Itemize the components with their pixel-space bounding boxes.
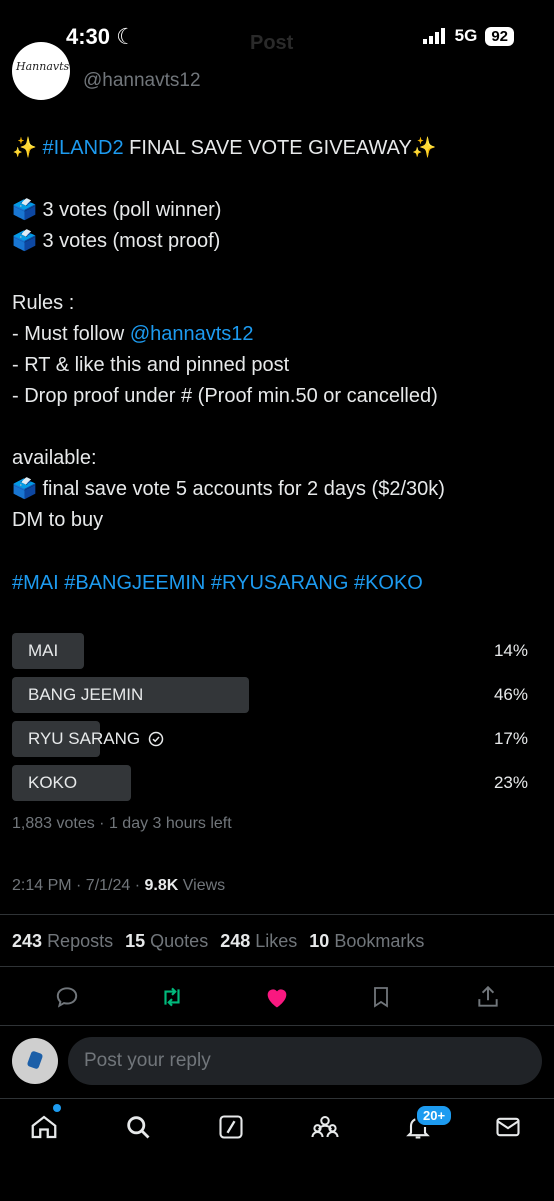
- vote-line-1: 🗳️ 3 votes (poll winner): [12, 199, 222, 221]
- views-count: 9.8K: [144, 877, 179, 894]
- quotes-stat[interactable]: 15 Quotes: [125, 931, 208, 952]
- dm-text: DM to buy: [12, 509, 104, 531]
- nav-communities[interactable]: [309, 1111, 341, 1143]
- repost-icon: [164, 987, 180, 1007]
- hashtag-link-iland2[interactable]: #ILAND2: [42, 137, 123, 159]
- tweet-line1: FINAL SAVE VOTE GIVEAWAY✨: [123, 137, 437, 159]
- tweet-text: ✨ #ILAND2 FINAL SAVE VOTE GIVEAWAY✨ 🗳️ 3…: [12, 133, 542, 536]
- rule-1-prefix: - Must follow: [12, 323, 130, 345]
- bottom-nav: [0, 1098, 554, 1201]
- poll-option-koko: KOKO 23%: [12, 765, 528, 801]
- home-unread-dot: [53, 1104, 61, 1112]
- available-item: 🗳️ final save vote 5 accounts for 2 days…: [12, 478, 445, 500]
- mention-link[interactable]: @hannavts12: [130, 323, 254, 345]
- share-button[interactable]: [473, 982, 503, 1012]
- status-time: 4:30 ☾: [66, 24, 136, 50]
- communities-icon: [311, 1116, 339, 1138]
- header-title: Post: [250, 32, 294, 54]
- mail-icon: [496, 1117, 520, 1137]
- nav-messages[interactable]: [492, 1111, 524, 1143]
- reposts-stat[interactable]: 243 Reposts: [12, 931, 113, 952]
- rule-2: - RT & like this and pinned post: [12, 354, 290, 376]
- like-button[interactable]: [262, 982, 292, 1012]
- poll-option-ryu-sarang: RYU SARANG 17%: [12, 721, 528, 757]
- author-handle[interactable]: @hannavts12: [83, 70, 201, 92]
- reply-icon: [56, 987, 78, 1008]
- poll-option-label: RYU SARANG: [28, 729, 164, 749]
- moon-icon: ☾: [116, 24, 136, 49]
- poll-option-percent: 23%: [493, 773, 528, 792]
- engagement-stats: 243 Reposts 15 Quotes 248 Likes 10 Bookm…: [12, 931, 424, 952]
- divider: [0, 966, 554, 967]
- reply-input[interactable]: [68, 1037, 542, 1085]
- nav-grok[interactable]: [215, 1111, 247, 1143]
- available-title: available:: [12, 447, 97, 469]
- hashtag-links[interactable]: #MAI #BANGJEEMIN #RYUSARANG #KOKO: [12, 572, 423, 595]
- author-avatar[interactable]: Hannavts: [12, 42, 70, 100]
- post-timestamp: 2:14 PM · 7/1/24 · 9.8K Views: [12, 877, 225, 895]
- bookmark-icon: [374, 987, 388, 1008]
- avatar-image: [26, 1050, 44, 1070]
- share-icon: [478, 985, 498, 1007]
- poll-option-percent: 14%: [493, 641, 528, 660]
- signal-icon: [422, 28, 445, 44]
- poll-option-percent: 46%: [493, 685, 528, 704]
- reply-button[interactable]: [52, 982, 82, 1012]
- battery-icon: 92: [485, 26, 514, 46]
- heart-icon: [267, 989, 287, 1008]
- home-icon: [31, 1115, 57, 1139]
- status-time-text: 4:30: [66, 24, 111, 49]
- sparkle-emoji: ✨: [12, 137, 43, 159]
- likes-stat[interactable]: 248 Likes: [220, 931, 297, 952]
- bookmarks-stat[interactable]: 10 Bookmarks: [309, 931, 424, 952]
- nav-search[interactable]: [122, 1111, 154, 1143]
- network-type: 5G: [454, 26, 478, 45]
- notifications-badge: 20+: [415, 1104, 454, 1127]
- rules-title: Rules :: [12, 292, 75, 314]
- search-icon: [127, 1116, 150, 1139]
- divider: [0, 914, 554, 915]
- bookmark-button[interactable]: [366, 982, 396, 1012]
- status-indicators: 5G 92: [422, 26, 514, 46]
- divider: [0, 1025, 554, 1026]
- user-avatar[interactable]: [12, 1038, 58, 1084]
- post-date: 2:14 PM · 7/1/24 ·: [12, 877, 145, 894]
- rule-3: - Drop proof under # (Proof min.50 or ca…: [12, 385, 438, 407]
- poll-option-bang-jeemin: BANG JEEMIN 46%: [12, 677, 528, 713]
- repost-button[interactable]: [157, 982, 187, 1012]
- grok-icon: [219, 1115, 243, 1139]
- avatar-signature: Hannavts: [16, 60, 70, 73]
- check-circle-icon: [148, 731, 164, 747]
- views-label: Views: [178, 877, 226, 894]
- poll-meta: 1,883 votes · 1 day 3 hours left: [12, 815, 232, 832]
- poll-option-label: BANG JEEMIN: [28, 685, 144, 704]
- poll-option-percent: 17%: [493, 729, 528, 748]
- vote-line-2: 🗳️ 3 votes (most proof): [12, 230, 221, 252]
- poll-option-mai: MAI 14%: [12, 633, 528, 669]
- nav-home[interactable]: [28, 1111, 60, 1143]
- action-bar: [0, 972, 554, 1022]
- poll-option-label: MAI: [28, 641, 59, 660]
- poll-option-label: KOKO: [28, 773, 78, 792]
